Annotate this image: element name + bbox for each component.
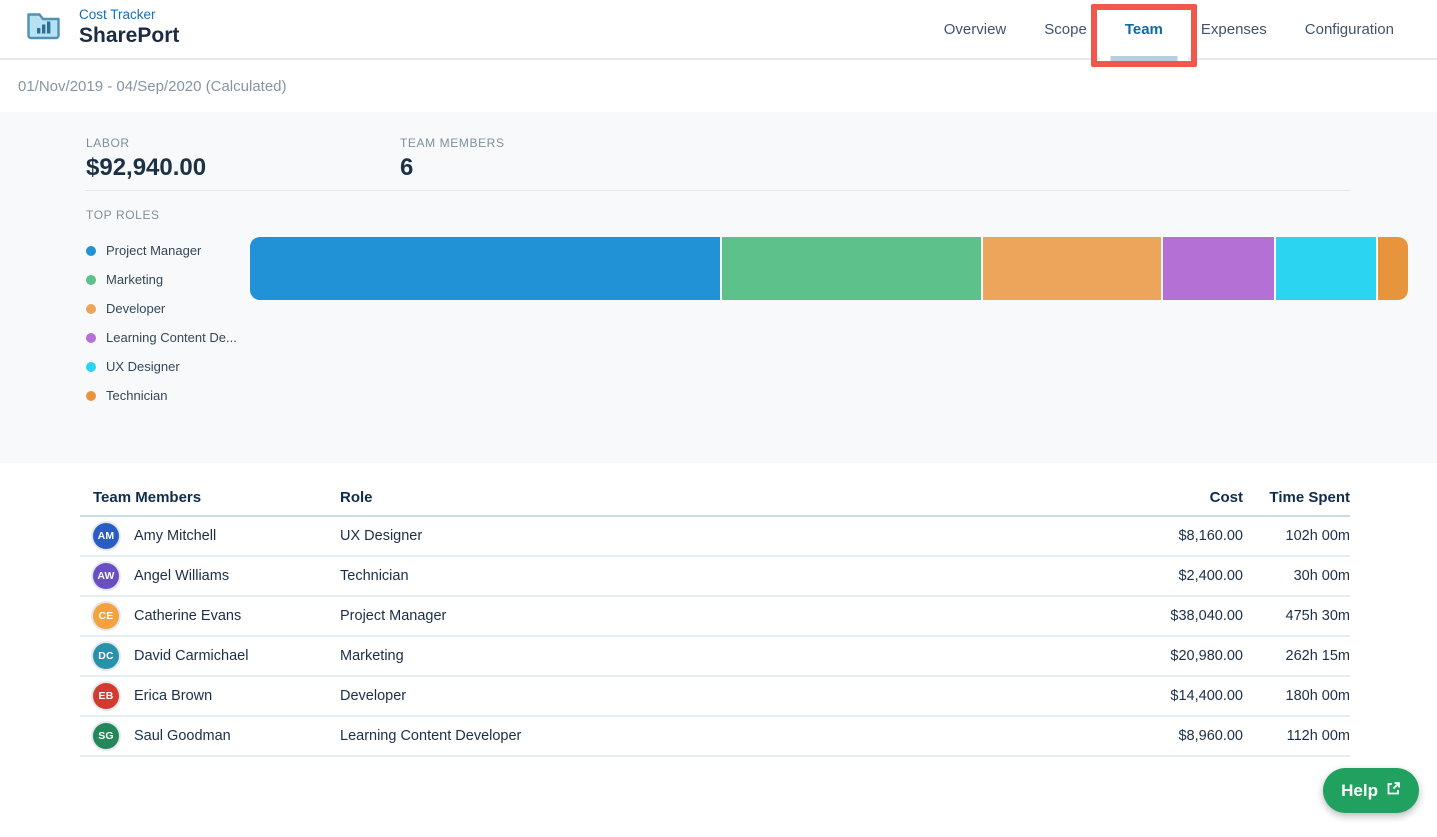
legend-dot: [86, 246, 96, 256]
team-members-table: Team Members Role Cost Time Spent AM Amy…: [80, 473, 1350, 757]
member-role: Technician: [327, 556, 1043, 596]
top-roles-label: TOP ROLES: [86, 208, 160, 222]
external-link-icon: [1386, 781, 1401, 801]
avatar: AW: [93, 563, 119, 589]
table-row: DC David Carmichael Marketing $20,980.00…: [80, 636, 1350, 676]
team-members-label: TEAM MEMBERS: [400, 136, 505, 150]
legend-label: Technician: [106, 388, 167, 403]
member-role: Marketing: [327, 636, 1043, 676]
legend-dot: [86, 275, 96, 285]
legend-item: Project Manager: [86, 236, 237, 265]
col-header-role: Role: [327, 473, 1043, 516]
legend-item: Learning Content De...: [86, 323, 237, 352]
member-cost: $14,400.00: [1043, 676, 1243, 716]
member-name: David Carmichael: [134, 648, 248, 664]
member-cost: $38,040.00: [1043, 596, 1243, 636]
app-header: Cost Tracker SharePort Overview Scope Te…: [0, 0, 1437, 60]
table-row: CE Catherine Evans Project Manager $38,0…: [80, 596, 1350, 636]
help-button[interactable]: Help: [1323, 768, 1419, 813]
avatar: DC: [93, 643, 119, 669]
legend-dot: [86, 391, 96, 401]
member-name: Saul Goodman: [134, 728, 231, 744]
brand-text: Cost Tracker SharePort: [79, 6, 179, 48]
member-role: UX Designer: [327, 516, 1043, 556]
member-cost: $8,960.00: [1043, 716, 1243, 756]
member-cost: $20,980.00: [1043, 636, 1243, 676]
col-header-time-spent: Time Spent: [1243, 473, 1350, 516]
legend-label: Learning Content De...: [106, 330, 237, 345]
col-header-team-members: Team Members: [80, 473, 327, 516]
legend-item: Marketing: [86, 265, 237, 294]
team-members-stat: TEAM MEMBERS 6: [400, 136, 505, 182]
table-row: AW Angel Williams Technician $2,400.00 3…: [80, 556, 1350, 596]
page-title: SharePort: [79, 23, 179, 48]
col-header-cost: Cost: [1043, 473, 1243, 516]
avatar: EB: [93, 683, 119, 709]
tab-team[interactable]: Team: [1106, 0, 1182, 60]
legend-dot: [86, 304, 96, 314]
member-name: Angel Williams: [134, 568, 229, 584]
summary-panel: LABOR $92,940.00 TEAM MEMBERS 6 TOP ROLE…: [0, 112, 1437, 463]
legend-item: Technician: [86, 381, 237, 410]
labor-stat: LABOR $92,940.00: [86, 136, 206, 182]
roles-stacked-bar-chart: [250, 237, 1408, 300]
avatar: SG: [93, 723, 119, 749]
date-bar: 01/Nov/2019 - 04/Sep/2020 (Calculated): [0, 62, 1437, 112]
legend-dot: [86, 362, 96, 372]
tab-overview[interactable]: Overview: [925, 0, 1026, 60]
member-time: 102h 00m: [1243, 516, 1350, 556]
summary-divider: [85, 190, 1350, 191]
labor-label: LABOR: [86, 136, 206, 150]
team-tab-active-underline: [1110, 56, 1177, 62]
brand: Cost Tracker SharePort: [25, 6, 179, 48]
labor-value: $92,940.00: [86, 154, 206, 182]
legend-label: Marketing: [106, 272, 163, 287]
member-time: 30h 00m: [1243, 556, 1350, 596]
tab-scope[interactable]: Scope: [1025, 0, 1106, 60]
table-row: SG Saul Goodman Learning Content Develop…: [80, 716, 1350, 756]
chart-folder-icon: [25, 8, 62, 46]
bar-segment-learning-content-developer[interactable]: [1163, 237, 1274, 300]
legend-item: UX Designer: [86, 352, 237, 381]
member-role: Learning Content Developer: [327, 716, 1043, 756]
legend-label: Project Manager: [106, 243, 201, 258]
member-cost: $2,400.00: [1043, 556, 1243, 596]
member-time: 475h 30m: [1243, 596, 1350, 636]
table-header-row: Team Members Role Cost Time Spent: [80, 473, 1350, 516]
avatar: AM: [93, 523, 119, 549]
member-time: 180h 00m: [1243, 676, 1350, 716]
member-name: Catherine Evans: [134, 608, 241, 624]
legend-label: UX Designer: [106, 359, 180, 374]
page: Cost Tracker SharePort Overview Scope Te…: [0, 0, 1437, 837]
member-role: Project Manager: [327, 596, 1043, 636]
team-members-value: 6: [400, 154, 505, 182]
bar-segment-technician[interactable]: [1378, 237, 1408, 300]
main-nav: Overview Scope Team Expenses Configurati…: [925, 0, 1413, 60]
legend-dot: [86, 333, 96, 343]
team-table-section: Team Members Role Cost Time Spent AM Amy…: [0, 463, 1437, 757]
help-button-label: Help: [1341, 781, 1378, 801]
bar-segment-project-manager[interactable]: [250, 237, 720, 300]
member-cost: $8,160.00: [1043, 516, 1243, 556]
member-time: 112h 00m: [1243, 716, 1350, 756]
bar-segment-developer[interactable]: [983, 237, 1161, 300]
legend-label: Developer: [106, 301, 165, 316]
table-row: EB Erica Brown Developer $14,400.00 180h…: [80, 676, 1350, 716]
avatar: CE: [93, 603, 119, 629]
tab-team-wrap: Team: [1106, 0, 1182, 60]
top-roles-legend: Project Manager Marketing Developer Lear…: [86, 236, 237, 410]
member-name: Erica Brown: [134, 688, 212, 704]
legend-item: Developer: [86, 294, 237, 323]
app-subtitle: Cost Tracker: [79, 6, 179, 23]
tab-configuration[interactable]: Configuration: [1286, 0, 1413, 60]
member-name: Amy Mitchell: [134, 528, 216, 544]
member-time: 262h 15m: [1243, 636, 1350, 676]
tab-expenses[interactable]: Expenses: [1182, 0, 1286, 60]
table-row: AM Amy Mitchell UX Designer $8,160.00 10…: [80, 516, 1350, 556]
bar-segment-marketing[interactable]: [722, 237, 981, 300]
date-range: 01/Nov/2019 - 04/Sep/2020 (Calculated): [18, 78, 287, 95]
member-role: Developer: [327, 676, 1043, 716]
bar-segment-ux-designer[interactable]: [1276, 237, 1377, 300]
